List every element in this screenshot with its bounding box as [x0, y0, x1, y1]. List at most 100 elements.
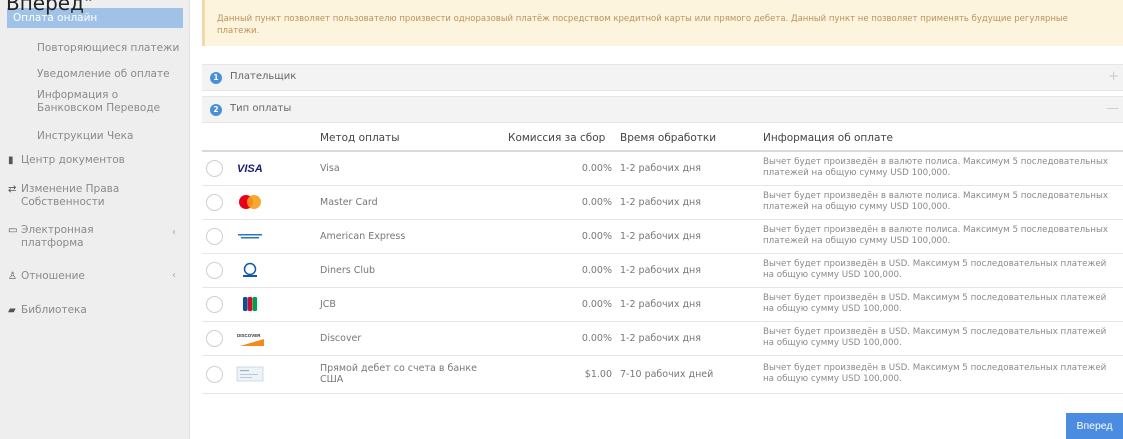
sidebar-item-label: Центр документов — [21, 154, 125, 166]
radio-cell — [202, 355, 232, 394]
payment-method-radio[interactable] — [206, 159, 223, 177]
logo-cell — [232, 219, 316, 254]
payment-info: Вычет будет произведён в валюте полиса. … — [759, 219, 1123, 254]
mastercard-logo — [239, 195, 261, 209]
sidebar-item-label: Библиотека — [21, 304, 87, 316]
header-info: Информация об оплате — [759, 126, 1123, 152]
payment-method-radio[interactable] — [206, 227, 223, 245]
step-badge: 1 — [210, 72, 222, 84]
fee-value: 0.00% — [504, 287, 616, 322]
sidebar-item-check-instructions[interactable]: Инструкции Чека — [37, 130, 133, 143]
sidebar-item-relationship[interactable]: ♙ Отношение — [8, 270, 85, 283]
sidebar-item-label: Информация о — [37, 89, 119, 101]
chevron-left-icon: ‹ — [172, 270, 176, 281]
discover-logo: DISCOVER — [237, 333, 264, 346]
table-row[interactable]: JCB 0.00% 1-2 рабочих дня Вычет будет пр… — [202, 287, 1123, 322]
logo-cell — [232, 185, 316, 220]
processing-time: 1-2 рабочих дня — [616, 321, 759, 356]
sidebar-item-recurring-payments[interactable]: Повторяющиеся платежи — [37, 42, 179, 55]
sidebar-item-label: Электронная — [21, 224, 94, 236]
sidebar-item-documents[interactable]: ▮ Центр документов — [8, 154, 125, 167]
fee-value: 0.00% — [504, 253, 616, 288]
method-name: Visa — [316, 151, 504, 186]
processing-time: 1-2 рабочих дня — [616, 151, 759, 186]
payment-methods-table-wrap: Метод оплаты Комиссия за сбор Время обра… — [202, 126, 1123, 416]
sidebar-item-payment-notice[interactable]: Уведомление об оплате — [37, 68, 170, 81]
panel-title: Тип оплаты — [230, 103, 292, 114]
processing-time: 1-2 рабочих дня — [616, 219, 759, 254]
chevron-left-icon: ‹ — [172, 227, 176, 238]
radio-cell — [202, 185, 232, 220]
sidebar-item-label: Изменение Права — [21, 183, 120, 195]
sidebar-item-label-line2: платформа — [21, 237, 84, 249]
document-icon: ▮ — [8, 155, 14, 166]
method-name: Master Card — [316, 185, 504, 220]
table-row[interactable]: DISCOVER Discover 0.00% 1-2 рабочих дня … — [202, 321, 1123, 356]
payment-method-radio[interactable] — [206, 295, 223, 313]
logo-cell — [232, 287, 316, 322]
payment-info: Вычет будет произведён в USD. Максимум 5… — [759, 355, 1123, 394]
payment-method-radio[interactable] — [206, 261, 223, 279]
method-name: American Express — [316, 219, 504, 254]
fee-value: 0.00% — [504, 219, 616, 254]
svg-text:VISA: VISA — [237, 163, 263, 175]
panel-header-payer[interactable]: 1 Плательщик + — [202, 64, 1123, 91]
sidebar-item-ownership[interactable]: ⇄ Изменение Права Собственности — [8, 183, 119, 209]
radio-cell — [202, 287, 232, 322]
table-header-row: Метод оплаты Комиссия за сбор Время обра… — [202, 126, 1123, 152]
table-row[interactable]: Прямой дебет со счета в банке США $1.00 … — [202, 355, 1123, 394]
fee-value: 0.00% — [504, 321, 616, 356]
method-name: Прямой дебет со счета в банке США — [316, 355, 504, 394]
header-logo — [232, 126, 316, 152]
method-name: Discover — [316, 321, 504, 356]
page-title: Вперёд" — [6, 0, 94, 15]
expand-icon[interactable]: + — [1108, 69, 1119, 84]
sidebar-item-label: Отношение — [21, 270, 85, 282]
logo-cell — [232, 355, 316, 394]
table-row[interactable]: VISA Visa 0.00% 1-2 рабочих дня Вычет бу… — [202, 151, 1123, 186]
transfer-arrows-icon: ⇄ — [8, 184, 17, 195]
radio-cell — [202, 253, 232, 288]
payment-info: Вычет будет произведён в валюте полиса. … — [759, 185, 1123, 220]
table-row[interactable]: Master Card 0.00% 1-2 рабочих дня Вычет … — [202, 185, 1123, 220]
book-icon: ▰ — [8, 305, 16, 316]
fee-value: 0.00% — [504, 185, 616, 220]
payment-method-radio[interactable] — [206, 329, 223, 347]
payment-method-radio[interactable] — [206, 193, 223, 211]
table-row[interactable]: Diners Club 0.00% 1-2 рабочих дня Вычет … — [202, 253, 1123, 288]
radio-cell — [202, 321, 232, 356]
monitor-icon: ▭ — [8, 225, 18, 236]
payment-info: Вычет будет произведён в валюте полиса. … — [759, 151, 1123, 186]
header-method: Метод оплаты — [316, 126, 504, 152]
sidebar-item-label-line2: Банковском Переводе — [37, 102, 161, 114]
sidebar-item-library[interactable]: ▰ Библиотека — [8, 304, 87, 317]
radio-cell — [202, 151, 232, 186]
notice-text: Данный пункт позволяет пользователю прои… — [217, 14, 1068, 36]
diners-club-logo — [243, 262, 257, 277]
sidebar-item-e-platform[interactable]: ▭ Электронная платформа — [8, 224, 94, 250]
table-row[interactable]: American Express 0.00% 1-2 рабочих дня В… — [202, 219, 1123, 254]
step-badge: 2 — [210, 104, 222, 116]
radio-cell — [202, 219, 232, 254]
processing-time: 1-2 рабочих дня — [616, 253, 759, 288]
method-name: JCB — [316, 287, 504, 322]
svg-text:DISCOVER: DISCOVER — [237, 333, 261, 338]
payment-info: Вычет будет произведён в USD. Максимум 5… — [759, 253, 1123, 288]
processing-time: 1-2 рабочих дня — [616, 287, 759, 322]
amex-logo — [238, 232, 262, 240]
payment-method-radio[interactable] — [206, 365, 223, 383]
collapse-icon[interactable]: — — [1106, 101, 1119, 116]
sidebar-item-bank-transfer[interactable]: Информация о Банковском Переводе — [37, 89, 160, 115]
payment-info: Вычет будет произведён в USD. Максимум 5… — [759, 321, 1123, 356]
fee-value: $1.00 — [504, 355, 616, 394]
panel-title: Плательщик — [230, 71, 297, 82]
logo-cell: VISA — [232, 151, 316, 186]
jcb-logo — [243, 297, 258, 311]
header-select — [202, 126, 232, 152]
panel-header-payment-type[interactable]: 2 Тип оплаты — — [202, 96, 1123, 123]
logo-cell: DISCOVER — [232, 321, 316, 356]
payment-methods-table: Метод оплаты Комиссия за сбор Время обра… — [202, 126, 1123, 394]
next-button[interactable]: Вперед — [1066, 413, 1123, 439]
header-time: Время обработки — [616, 126, 759, 152]
sidebar-item-label-line2: Собственности — [21, 196, 105, 208]
